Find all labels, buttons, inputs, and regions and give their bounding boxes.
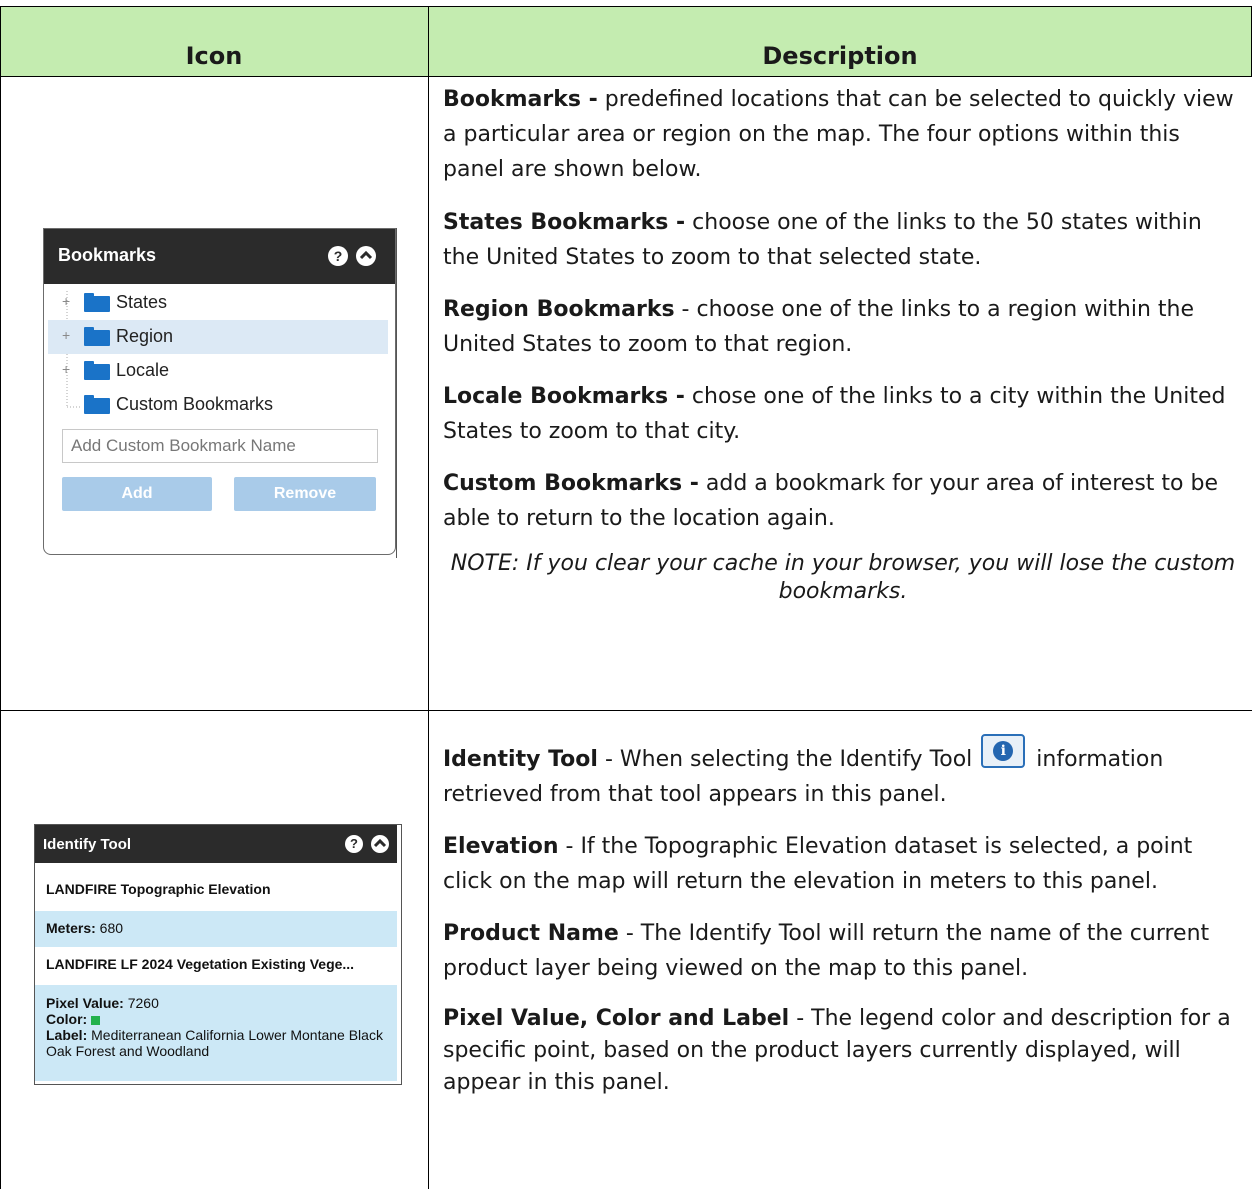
header-divider <box>0 76 1252 77</box>
states-bookmarks-term: States Bookmarks - <box>443 210 686 235</box>
remove-button[interactable]: Remove <box>234 477 376 511</box>
identify-tool-panel: Identify Tool ? LANDFIRE Topographic Ele… <box>34 824 402 1085</box>
identify-panel-header: Identify Tool ? <box>35 825 397 863</box>
color-label: Color: <box>46 1011 88 1027</box>
folder-icon <box>84 395 110 414</box>
bookmarks-panel-title: Bookmarks <box>58 245 157 265</box>
custom-bookmarks-term: Custom Bookmarks - <box>443 471 699 496</box>
locale-bookmarks-term: Locale Bookmarks - <box>443 384 685 409</box>
bookmarks-panel-header: Bookmarks ? <box>44 229 395 284</box>
identify-description: Identity Tool - When selecting the Ident… <box>443 734 1243 1099</box>
expand-icon[interactable]: + <box>62 362 73 376</box>
chevron-up-circle-icon[interactable] <box>356 246 376 266</box>
folder-icon <box>84 361 110 380</box>
expand-icon[interactable]: + <box>62 294 73 308</box>
pixel-value-label: Pixel Value: <box>46 995 124 1011</box>
folder-icon <box>84 293 110 312</box>
info-circle-icon: i <box>981 734 1026 768</box>
label-value: Mediterranean California Lower Montane B… <box>46 1027 383 1059</box>
identity-tool-text-a: - When selecting the Identify Tool <box>597 747 980 772</box>
add-button[interactable]: Add <box>62 477 212 511</box>
description-column-header: Description <box>762 42 918 70</box>
bookmarks-panel: Bookmarks ? + States + Region + Locale C… <box>43 228 396 555</box>
table-border-top <box>0 6 1252 7</box>
cache-note: NOTE: If you clear your cache in your br… <box>450 551 1236 604</box>
tree-item-label: Locale <box>116 360 170 380</box>
pixel-info-block: Pixel Value: 7260 Color: Label: Mediterr… <box>35 985 397 1081</box>
product-layer-name: LANDFIRE LF 2024 Vegetation Existing Veg… <box>46 956 355 972</box>
tree-item-label: States <box>116 292 168 312</box>
meters-label: Meters: <box>46 920 96 936</box>
table-border-left <box>0 6 1 1189</box>
tree-item-label: Region <box>116 326 174 346</box>
tree-item-region[interactable]: + Region <box>48 320 388 354</box>
legend-color-swatch <box>91 1015 101 1025</box>
question-circle-icon[interactable]: ? <box>328 246 348 266</box>
identity-tool-term: Identity Tool <box>443 747 598 772</box>
reference-table: Icon Description Bookmarks ? + States + … <box>0 0 1252 1189</box>
label-label: Label: <box>46 1027 88 1043</box>
elevation-dataset-name: LANDFIRE Topographic Elevation <box>46 881 271 897</box>
tree-item-custom-bookmarks[interactable]: Custom Bookmarks <box>48 388 388 422</box>
panel-scrollbar-edge <box>396 228 397 558</box>
custom-bookmark-name-input[interactable]: Add Custom Bookmark Name <box>62 429 378 463</box>
icon-column-header: Icon <box>185 42 243 70</box>
tree-item-label: Custom Bookmarks <box>116 394 274 414</box>
pixel-value: 7260 <box>123 995 159 1011</box>
meters-row: Meters: 680 <box>35 911 397 947</box>
column-divider <box>428 6 429 1189</box>
pixel-value-color-label-term: Pixel Value, Color and Label <box>443 1006 790 1031</box>
chevron-up-circle-icon[interactable] <box>371 835 389 853</box>
product-name-term: Product Name <box>443 921 619 946</box>
expand-icon[interactable]: + <box>62 328 73 342</box>
meters-value: 680 <box>95 920 124 936</box>
bookmarks-term: Bookmarks - <box>443 87 598 112</box>
elevation-term: Elevation <box>443 834 559 859</box>
identify-panel-title: Identify Tool <box>43 836 132 853</box>
row-divider <box>0 710 1252 711</box>
tree-item-states[interactable]: + States <box>48 286 388 320</box>
question-circle-icon[interactable]: ? <box>345 835 363 853</box>
region-bookmarks-term: Region Bookmarks <box>443 297 675 322</box>
bookmarks-description: Bookmarks - predefined locations that ca… <box>443 82 1243 606</box>
tree-item-locale[interactable]: + Locale <box>48 354 388 388</box>
folder-icon <box>84 327 110 346</box>
